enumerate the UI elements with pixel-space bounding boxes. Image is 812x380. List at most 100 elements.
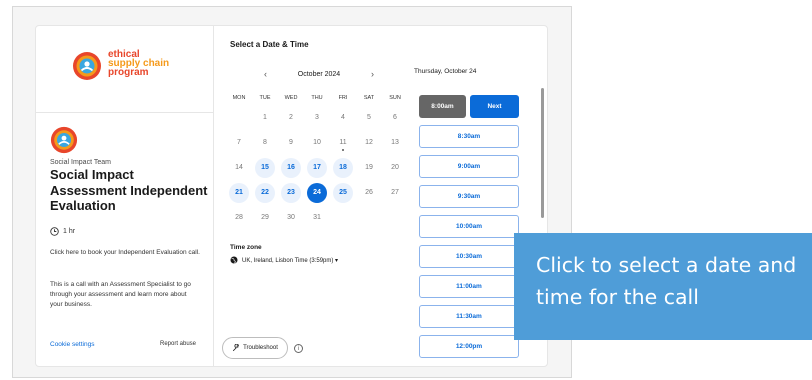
calendar-day[interactable]: 23	[281, 183, 301, 203]
calendar-day-label: 9	[289, 139, 293, 146]
weekday-label: SAT	[363, 95, 375, 101]
time-slot-button[interactable]: 9:30am	[419, 185, 519, 208]
timezone-label: Time zone	[230, 244, 262, 251]
info-icon[interactable]: i	[294, 344, 303, 353]
time-slot-button[interactable]: 8:30am	[419, 125, 519, 148]
calendar-day: 5	[359, 108, 379, 128]
globe-icon	[230, 256, 238, 264]
calendar-day-label: 21	[235, 189, 243, 196]
wrench-icon	[233, 344, 239, 352]
calendar-day-label: 12	[365, 139, 373, 146]
weekday-label: FRI	[338, 95, 348, 101]
month-label: October 2024	[297, 70, 341, 78]
calendar-day: 12	[359, 133, 379, 153]
calendar-day-label: 5	[367, 114, 371, 121]
calendar-day: 14	[229, 158, 249, 178]
calendar-day-label: 28	[235, 214, 243, 221]
weekday-label: SUN	[389, 95, 401, 101]
calendar-day[interactable]: 22	[255, 183, 275, 203]
event-title: Social Impact Assessment Independent Eva…	[50, 167, 208, 213]
time-slot-button[interactable]: 10:00am	[419, 215, 519, 238]
next-button[interactable]: Next	[470, 95, 519, 118]
calendar-day-label: 10	[313, 139, 321, 146]
calendar-day: 1	[255, 108, 275, 128]
calendar-day: 20	[385, 158, 405, 178]
calendar-day: 26	[359, 183, 379, 203]
calendar-day-label: 26	[365, 189, 373, 196]
calendar-day-label: 13	[391, 139, 399, 146]
calendar-day[interactable]: 24	[307, 183, 327, 203]
date-time-panel: Select a Date & Time ‹ October 2024 › MO…	[214, 26, 547, 366]
calendar-day: 3	[307, 108, 327, 128]
time-slot-scrollbar[interactable]	[541, 88, 544, 218]
panel-title: Select a Date & Time	[230, 40, 309, 49]
calendar-day: 7	[229, 133, 249, 153]
troubleshoot-label: Troubleshoot	[243, 345, 278, 351]
calendar-day-label: 29	[261, 214, 269, 221]
clock-icon	[50, 227, 59, 236]
organizer-avatar-icon	[50, 126, 78, 154]
calendar-day-label: 2	[289, 114, 293, 121]
calendar-day-label: 25	[339, 189, 347, 196]
calendar-day: 8	[255, 133, 275, 153]
event-details-panel: ethical supply chain program Social Impa…	[36, 26, 214, 366]
cookie-settings-link[interactable]: Cookie settings	[50, 341, 94, 348]
calendar-day[interactable]: 15	[255, 158, 275, 178]
time-slot-button[interactable]: 11:30am	[419, 305, 519, 328]
calendar-day-label: 24	[313, 189, 321, 196]
calendar-day: 30	[281, 208, 301, 228]
calendar-day-label: 23	[287, 189, 295, 196]
calendar-day-label: 7	[237, 139, 241, 146]
calendar-day: 6	[385, 108, 405, 128]
timezone-value: UK, Ireland, Lisbon Time (3:59pm) ▾	[242, 257, 339, 264]
timezone-select[interactable]: UK, Ireland, Lisbon Time (3:59pm) ▾	[230, 256, 338, 264]
calendar-day-label: 3	[315, 114, 319, 121]
calendar-day: 9	[281, 133, 301, 153]
event-duration: 1 hr	[50, 227, 75, 236]
calendar-day-label: 18	[339, 164, 347, 171]
report-abuse-link[interactable]: Report abuse	[160, 341, 196, 347]
weekday-label: MON	[232, 95, 246, 101]
calendar-day-label: 14	[235, 164, 243, 171]
today-indicator	[342, 149, 344, 151]
time-slot-button[interactable]: 9:00am	[419, 155, 519, 178]
brand-logo-text: ethical supply chain program	[108, 50, 169, 78]
calendar-day[interactable]: 25	[333, 183, 353, 203]
weekday-label: WED	[284, 95, 298, 101]
calendar-day[interactable]: 16	[281, 158, 301, 178]
brand-logo-area: ethical supply chain program	[36, 26, 214, 113]
calendar-day: 31	[307, 208, 327, 228]
brand-logo-icon	[73, 52, 101, 80]
calendar-day[interactable]: 18	[333, 158, 353, 178]
calendar-day-label: 11	[339, 139, 347, 146]
weekday-label: THU	[311, 95, 323, 101]
calendar-day: 10	[307, 133, 327, 153]
event-description-1: Click here to book your Independent Eval…	[50, 249, 200, 256]
month-navigation: ‹ October 2024 ›	[264, 69, 374, 79]
calendar-day-label: 16	[287, 164, 295, 171]
calendar-day: 29	[255, 208, 275, 228]
calendar-day-label: 17	[313, 164, 321, 171]
time-slot-button[interactable]: 12:00pm	[419, 335, 519, 358]
calendar-day: 4	[333, 108, 353, 128]
next-month-button[interactable]: ›	[371, 69, 374, 79]
calendar-day-label: 6	[393, 114, 397, 121]
calendar-day: 13	[385, 133, 405, 153]
calendar-day: 2	[281, 108, 301, 128]
selected-time-slot[interactable]: 8:00am	[419, 95, 466, 118]
calendar-day-label: 30	[287, 214, 295, 221]
calendar-day: 28	[229, 208, 249, 228]
selected-date-heading: Thursday, October 24	[414, 68, 477, 75]
calendar-day[interactable]: 17	[307, 158, 327, 178]
time-slot-button[interactable]: 10:30am	[419, 245, 519, 268]
calendar-day: 27	[385, 183, 405, 203]
instruction-tooltip: Click to select a date and time for the …	[514, 233, 812, 340]
calendar-day-label: 22	[261, 189, 269, 196]
prev-month-button[interactable]: ‹	[264, 69, 267, 79]
calendar-day-label: 8	[263, 139, 267, 146]
calendar-day[interactable]: 21	[229, 183, 249, 203]
troubleshoot-button[interactable]: Troubleshoot	[222, 337, 288, 359]
calendar-day: 19	[359, 158, 379, 178]
time-slot-button[interactable]: 11:00am	[419, 275, 519, 298]
calendar-day-label: 4	[341, 114, 345, 121]
